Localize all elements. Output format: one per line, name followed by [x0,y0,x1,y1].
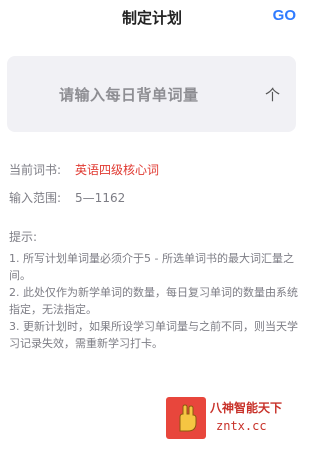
tip-item: 2. 此处仅作为新学单词的数量，每日复习单词的数量由系统指定，无法指定。 [9,286,298,316]
watermark: 八神智能天下 zntx.cc [166,397,304,439]
input-unit-label: 个 [265,86,281,104]
nav-bar: 制定计划 GO [0,0,304,36]
tip-item: 1. 所写计划单词量必须介于5 - 所选单词书的最大词汇量之间。 [9,252,294,282]
go-button[interactable]: GO [273,7,296,24]
current-wordbook-row: 当前词书: 英语四级核心词 [9,161,159,178]
wordbook-label: 当前词书: [9,163,62,177]
daily-word-count-input[interactable]: 请输入每日背单词量 个 [7,56,296,132]
tips-title: 提示: [9,230,38,244]
input-range-row: 输入范围: 5—1162 [9,189,125,206]
watermark-logo [166,397,206,439]
input-placeholder[interactable]: 请输入每日背单词量 [59,84,199,105]
range-value: 5—1162 [75,191,126,205]
watermark-url: zntx.cc [216,419,267,433]
page-title: 制定计划 [121,9,182,27]
hand-icon [179,404,197,432]
tip-item: 3. 更新计划时，如果所设学习单词量与之前不同，则当天学习记录失效，需重新学习打… [9,320,298,350]
tips-list: 1. 所写计划单词量必须介于5 - 所选单词书的最大词汇量之间。 2. 此处仅作… [9,250,301,352]
wordbook-value: 英语四级核心词 [75,163,160,177]
watermark-text: 八神智能天下 [210,401,283,415]
range-label: 输入范围: [9,191,62,205]
